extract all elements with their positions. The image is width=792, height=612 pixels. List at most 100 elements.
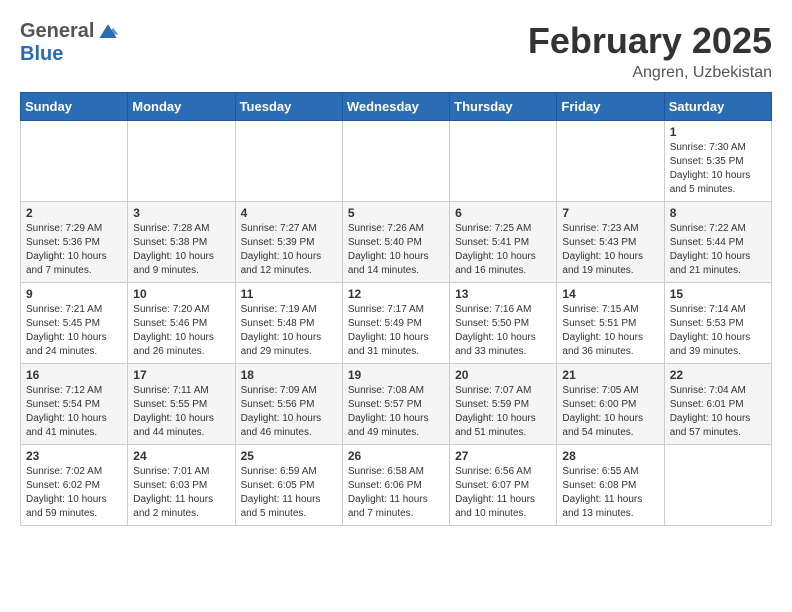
day-number: 4 (241, 206, 337, 220)
day-number: 13 (455, 287, 551, 301)
location-subtitle: Angren, Uzbekistan (528, 64, 772, 82)
day-info: Sunrise: 7:11 AM Sunset: 5:55 PM Dayligh… (133, 384, 229, 440)
calendar-header-wednesday: Wednesday (342, 93, 449, 121)
day-number: 17 (133, 368, 229, 382)
calendar-cell: 19 Sunrise: 7:08 AM Sunset: 5:57 PM Dayli… (342, 364, 449, 445)
calendar-cell (21, 121, 128, 202)
calendar-cell: 1Sunrise: 7:30 AM Sunset: 5:35 PM Daylig… (664, 121, 771, 202)
calendar-cell: 6 Sunrise: 7:25 AM Sunset: 5:41 PM Daylig… (450, 202, 557, 283)
title-block: February 2025 Angren, Uzbekistan (528, 20, 772, 82)
day-number: 2 (26, 206, 122, 220)
calendar-header-friday: Friday (557, 93, 664, 121)
day-info: Sunrise: 6:55 AM Sunset: 6:08 PM Dayligh… (562, 465, 658, 521)
day-number: 9 (26, 287, 122, 301)
calendar-cell: 4 Sunrise: 7:27 AM Sunset: 5:39 PM Daylig… (235, 202, 342, 283)
day-info: Sunrise: 7:12 AM Sunset: 5:54 PM Dayligh… (26, 384, 122, 440)
calendar-table: SundayMondayTuesdayWednesdayThursdayFrid… (20, 92, 772, 526)
day-number: 18 (241, 368, 337, 382)
calendar-week-row: 1Sunrise: 7:30 AM Sunset: 5:35 PM Daylig… (21, 121, 772, 202)
calendar-cell: 12 Sunrise: 7:17 AM Sunset: 5:49 PM Dayli… (342, 283, 449, 364)
day-info: Sunrise: 7:16 AM Sunset: 5:50 PM Dayligh… (455, 303, 551, 359)
day-number: 28 (562, 449, 658, 463)
day-number: 7 (562, 206, 658, 220)
day-info: Sunrise: 7:05 AM Sunset: 6:00 PM Dayligh… (562, 384, 658, 440)
day-info: Sunrise: 7:27 AM Sunset: 5:39 PM Dayligh… (241, 222, 337, 278)
day-number: 22 (670, 368, 766, 382)
day-info: Sunrise: 7:17 AM Sunset: 5:49 PM Dayligh… (348, 303, 444, 359)
day-number: 20 (455, 368, 551, 382)
calendar-cell: 28 Sunrise: 6:55 AM Sunset: 6:08 PM Dayli… (557, 445, 664, 526)
calendar-cell: 7Sunrise: 7:23 AM Sunset: 5:43 PM Daylig… (557, 202, 664, 283)
calendar-header-saturday: Saturday (664, 93, 771, 121)
day-number: 26 (348, 449, 444, 463)
day-number: 25 (241, 449, 337, 463)
calendar-cell (664, 445, 771, 526)
calendar-week-row: 2 Sunrise: 7:29 AM Sunset: 5:36 PM Daylig… (21, 202, 772, 283)
logo-icon (96, 22, 120, 42)
day-number: 5 (348, 206, 444, 220)
month-title: February 2025 (528, 20, 772, 62)
day-info: Sunrise: 7:20 AM Sunset: 5:46 PM Dayligh… (133, 303, 229, 359)
day-info: Sunrise: 7:08 AM Sunset: 5:57 PM Dayligh… (348, 384, 444, 440)
day-info: Sunrise: 7:14 AM Sunset: 5:53 PM Dayligh… (670, 303, 766, 359)
calendar-cell (235, 121, 342, 202)
calendar-cell: 3Sunrise: 7:28 AM Sunset: 5:38 PM Daylig… (128, 202, 235, 283)
day-info: Sunrise: 7:21 AM Sunset: 5:45 PM Dayligh… (26, 303, 122, 359)
calendar-cell (450, 121, 557, 202)
day-info: Sunrise: 7:25 AM Sunset: 5:41 PM Dayligh… (455, 222, 551, 278)
calendar-header-monday: Monday (128, 93, 235, 121)
calendar-cell: 13 Sunrise: 7:16 AM Sunset: 5:50 PM Dayli… (450, 283, 557, 364)
day-number: 12 (348, 287, 444, 301)
day-number: 3 (133, 206, 229, 220)
calendar-cell (342, 121, 449, 202)
calendar-cell: 17 Sunrise: 7:11 AM Sunset: 5:55 PM Dayli… (128, 364, 235, 445)
calendar-cell: 20 Sunrise: 7:07 AM Sunset: 5:59 PM Dayli… (450, 364, 557, 445)
day-info: Sunrise: 7:15 AM Sunset: 5:51 PM Dayligh… (562, 303, 658, 359)
calendar-cell: 25 Sunrise: 6:59 AM Sunset: 6:05 PM Dayli… (235, 445, 342, 526)
calendar-cell: 8Sunrise: 7:22 AM Sunset: 5:44 PM Daylig… (664, 202, 771, 283)
day-number: 14 (562, 287, 658, 301)
day-info: Sunrise: 7:30 AM Sunset: 5:35 PM Dayligh… (670, 141, 766, 197)
day-number: 19 (348, 368, 444, 382)
calendar-cell: 15 Sunrise: 7:14 AM Sunset: 5:53 PM Dayli… (664, 283, 771, 364)
logo: General Blue (20, 20, 120, 66)
day-number: 11 (241, 287, 337, 301)
calendar-header-thursday: Thursday (450, 93, 557, 121)
logo-general-text: General (20, 20, 94, 43)
calendar-cell: 21Sunrise: 7:05 AM Sunset: 6:00 PM Dayli… (557, 364, 664, 445)
calendar-cell: 23 Sunrise: 7:02 AM Sunset: 6:02 PM Dayli… (21, 445, 128, 526)
calendar-cell: 11 Sunrise: 7:19 AM Sunset: 5:48 PM Dayli… (235, 283, 342, 364)
calendar-cell (128, 121, 235, 202)
calendar-cell (557, 121, 664, 202)
day-info: Sunrise: 7:09 AM Sunset: 5:56 PM Dayligh… (241, 384, 337, 440)
calendar-cell: 24 Sunrise: 7:01 AM Sunset: 6:03 PM Dayli… (128, 445, 235, 526)
day-info: Sunrise: 7:02 AM Sunset: 6:02 PM Dayligh… (26, 465, 122, 521)
day-info: Sunrise: 6:58 AM Sunset: 6:06 PM Dayligh… (348, 465, 444, 521)
day-info: Sunrise: 7:29 AM Sunset: 5:36 PM Dayligh… (26, 222, 122, 278)
calendar-cell: 18 Sunrise: 7:09 AM Sunset: 5:56 PM Dayli… (235, 364, 342, 445)
day-number: 24 (133, 449, 229, 463)
calendar-cell: 9 Sunrise: 7:21 AM Sunset: 5:45 PM Daylig… (21, 283, 128, 364)
day-info: Sunrise: 7:07 AM Sunset: 5:59 PM Dayligh… (455, 384, 551, 440)
calendar-cell: 16Sunrise: 7:12 AM Sunset: 5:54 PM Dayli… (21, 364, 128, 445)
day-info: Sunrise: 7:22 AM Sunset: 5:44 PM Dayligh… (670, 222, 766, 278)
day-info: Sunrise: 6:59 AM Sunset: 6:05 PM Dayligh… (241, 465, 337, 521)
day-number: 27 (455, 449, 551, 463)
day-info: Sunrise: 7:26 AM Sunset: 5:40 PM Dayligh… (348, 222, 444, 278)
day-info: Sunrise: 7:19 AM Sunset: 5:48 PM Dayligh… (241, 303, 337, 359)
calendar-cell: 5 Sunrise: 7:26 AM Sunset: 5:40 PM Daylig… (342, 202, 449, 283)
calendar-cell: 14 Sunrise: 7:15 AM Sunset: 5:51 PM Dayli… (557, 283, 664, 364)
day-info: Sunrise: 7:01 AM Sunset: 6:03 PM Dayligh… (133, 465, 229, 521)
day-number: 23 (26, 449, 122, 463)
calendar-week-row: 16Sunrise: 7:12 AM Sunset: 5:54 PM Dayli… (21, 364, 772, 445)
page-header: General Blue February 2025 Angren, Uzbek… (20, 20, 772, 82)
calendar-header-tuesday: Tuesday (235, 93, 342, 121)
day-number: 6 (455, 206, 551, 220)
calendar-header-row: SundayMondayTuesdayWednesdayThursdayFrid… (21, 93, 772, 121)
day-number: 15 (670, 287, 766, 301)
day-number: 10 (133, 287, 229, 301)
logo-blue-text: Blue (20, 43, 63, 66)
calendar-cell: 2 Sunrise: 7:29 AM Sunset: 5:36 PM Daylig… (21, 202, 128, 283)
calendar-cell: 27Sunrise: 6:56 AM Sunset: 6:07 PM Dayli… (450, 445, 557, 526)
calendar-header-sunday: Sunday (21, 93, 128, 121)
